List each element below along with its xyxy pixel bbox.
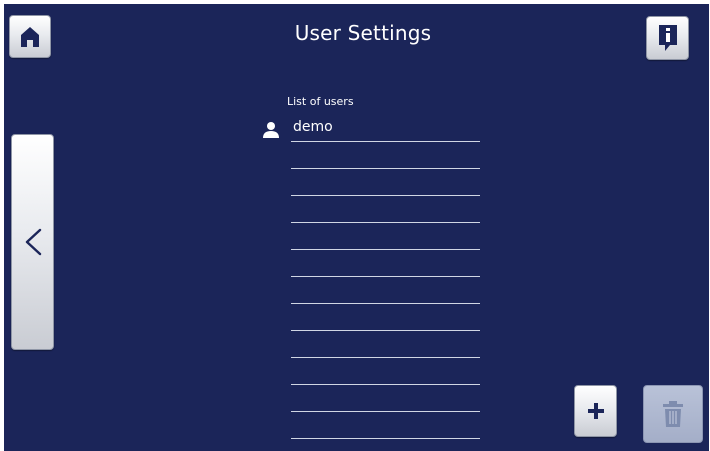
delete-user-button[interactable]: [643, 385, 703, 443]
list-item[interactable]: [258, 250, 480, 277]
list-item[interactable]: [258, 358, 480, 385]
info-icon: [658, 25, 677, 51]
list-caption: List of users: [287, 95, 354, 108]
chevron-left-icon: [25, 228, 41, 256]
list-item[interactable]: [258, 331, 480, 358]
list-item[interactable]: [258, 277, 480, 304]
list-item[interactable]: [258, 196, 480, 223]
list-item[interactable]: [258, 223, 480, 250]
list-item[interactable]: [258, 169, 480, 196]
plus-icon: [587, 403, 604, 419]
add-user-button[interactable]: [574, 385, 617, 437]
list-item[interactable]: [258, 385, 480, 412]
user-name: demo: [293, 119, 333, 135]
list-item[interactable]: [258, 412, 480, 439]
user-settings-screen: User Settings List of users demo: [4, 4, 709, 451]
list-item[interactable]: demo: [258, 115, 480, 142]
trash-icon: [663, 401, 683, 427]
row-divider: [291, 438, 480, 439]
user-list: demo: [258, 115, 480, 439]
list-item[interactable]: [258, 142, 480, 169]
user-icon: [263, 122, 279, 138]
info-button[interactable]: [646, 16, 689, 60]
back-button[interactable]: [11, 134, 54, 350]
list-item[interactable]: [258, 304, 480, 331]
page-title: User Settings: [294, 21, 432, 45]
